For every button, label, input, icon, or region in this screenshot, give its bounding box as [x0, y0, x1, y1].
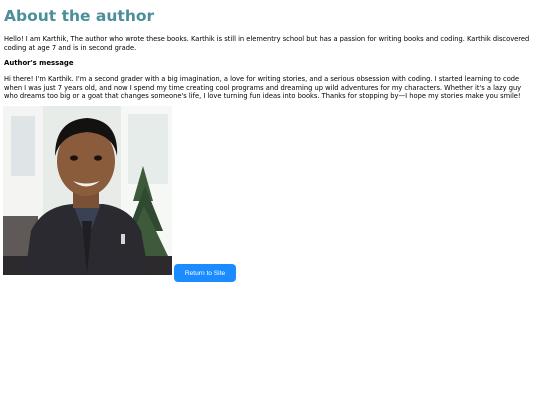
- page-title: About the author: [4, 7, 155, 25]
- author-intro: Hello! I am Karthik, The author who wrot…: [4, 35, 530, 52]
- return-to-site-button[interactable]: Return to Site: [174, 264, 236, 282]
- about-page: About the author Hello! I am Karthik, Th…: [0, 0, 540, 405]
- author-message-heading: Author's message: [4, 59, 74, 67]
- author-photo: [3, 106, 172, 275]
- author-photo-image: [3, 106, 172, 275]
- author-message: Hi there! I'm Karthik. I'm a second grad…: [4, 75, 522, 101]
